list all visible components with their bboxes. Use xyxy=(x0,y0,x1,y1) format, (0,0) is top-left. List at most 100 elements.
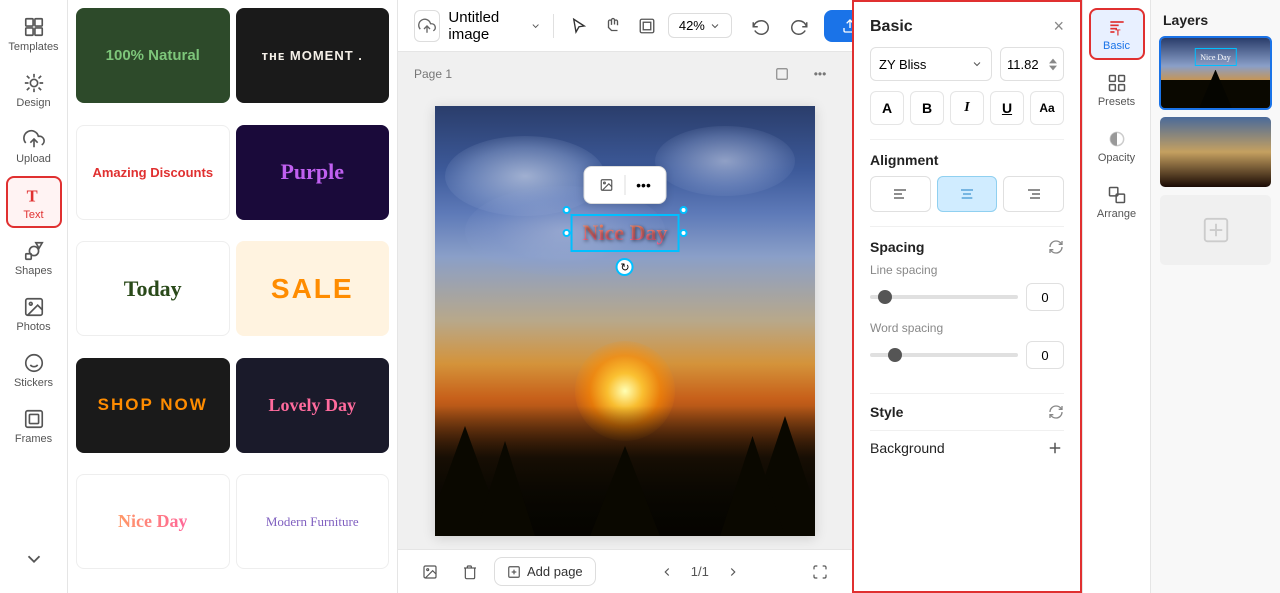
next-page-button[interactable] xyxy=(717,556,749,588)
page-settings-button[interactable] xyxy=(766,58,798,90)
expand-button[interactable] xyxy=(804,556,836,588)
format-bold-button[interactable]: A xyxy=(870,91,904,125)
zoom-value: 42% xyxy=(679,18,705,33)
frame-tool[interactable] xyxy=(634,10,660,42)
right-icon-presets-label: Presets xyxy=(1098,96,1135,108)
zoom-control[interactable]: 42% xyxy=(668,13,732,38)
sidebar-label-photos: Photos xyxy=(16,321,50,333)
sidebar-item-upload[interactable]: Upload xyxy=(6,120,62,172)
upload-cloud-button[interactable] xyxy=(414,10,440,42)
right-icon-arrange[interactable]: Arrange xyxy=(1089,176,1145,228)
reset-style-icon[interactable] xyxy=(1048,404,1064,420)
sidebar-item-frames[interactable]: Frames xyxy=(6,400,62,452)
delete-page-button[interactable] xyxy=(454,556,486,588)
add-page-button[interactable]: Add page xyxy=(494,557,596,586)
undo-button[interactable] xyxy=(744,10,776,42)
canvas-wrapper[interactable]: ••• Nice Day ↻ xyxy=(435,106,815,536)
divider xyxy=(553,14,554,38)
prev-page-button[interactable] xyxy=(651,556,683,588)
document-title[interactable]: Untitled image xyxy=(448,9,541,43)
context-more-button[interactable]: ••• xyxy=(630,171,658,199)
sidebar-item-text[interactable]: T Text xyxy=(6,176,62,228)
left-sidebar: Templates Design Upload T Text Shapes Ph… xyxy=(0,0,68,593)
right-icon-presets[interactable]: Presets xyxy=(1089,64,1145,116)
template-item[interactable]: Amazing Discounts xyxy=(76,125,230,220)
sidebar-label-stickers: Stickers xyxy=(14,377,53,389)
handle-tr[interactable] xyxy=(679,206,687,214)
right-icon-sidebar: T Basic Presets Opacity Arrange xyxy=(1082,0,1150,593)
close-button[interactable]: × xyxy=(1053,16,1064,37)
template-item[interactable]: Lovely Day xyxy=(236,358,390,453)
template-item[interactable]: Today xyxy=(76,241,230,336)
alignment-row xyxy=(854,176,1080,226)
background-section: Background xyxy=(854,431,1080,471)
format-underline-button[interactable]: U xyxy=(990,91,1024,125)
line-spacing-thumb[interactable] xyxy=(878,290,892,304)
text-element-selected[interactable]: Nice Day ↻ xyxy=(571,214,680,252)
align-center-button[interactable] xyxy=(937,176,998,212)
align-right-button[interactable] xyxy=(1003,176,1064,212)
right-icon-opacity-label: Opacity xyxy=(1098,152,1135,164)
export-button[interactable]: Export xyxy=(824,10,852,42)
template-item[interactable]: Modern Furniture xyxy=(236,474,390,569)
sidebar-item-photos[interactable]: Photos xyxy=(6,288,62,340)
template-item[interactable]: SALE xyxy=(236,241,390,336)
right-icon-basic-label: Basic xyxy=(1103,40,1130,52)
style-label: Style xyxy=(870,404,903,420)
word-spacing-thumb[interactable] xyxy=(888,348,902,362)
redo-button[interactable] xyxy=(784,10,816,42)
sidebar-item-stickers[interactable]: Stickers xyxy=(6,344,62,396)
font-size-input[interactable]: 11.82 xyxy=(1000,47,1064,81)
sidebar-item-more[interactable] xyxy=(6,533,62,585)
format-case-button[interactable]: Aa xyxy=(1030,91,1064,125)
font-section: ZY Bliss 11.82 A xyxy=(854,47,1080,139)
align-left-button[interactable] xyxy=(870,176,931,212)
sidebar-item-design[interactable]: Design xyxy=(6,64,62,116)
layer-thumbnail-white xyxy=(1160,195,1271,265)
alignment-label: Alignment xyxy=(870,152,938,168)
line-spacing-slider[interactable] xyxy=(870,295,1018,299)
spacing-label: Spacing xyxy=(870,239,924,255)
selection-handles xyxy=(563,206,688,260)
font-size-value: 11.82 xyxy=(1007,57,1039,72)
pointer-tool[interactable] xyxy=(566,10,592,42)
layer-item-3[interactable] xyxy=(1159,194,1272,266)
page-count: 1/1 xyxy=(691,564,709,579)
format-row: A B I U Aa xyxy=(870,91,1064,125)
layers-header: Layers xyxy=(1151,0,1280,36)
svg-text:T: T xyxy=(1115,27,1120,37)
template-item[interactable]: SHOP NOW xyxy=(76,358,230,453)
context-image-button[interactable] xyxy=(593,171,621,199)
template-item[interactable]: Purple xyxy=(236,125,390,220)
word-spacing-slider[interactable] xyxy=(870,353,1018,357)
rotate-handle[interactable]: ↻ xyxy=(616,258,634,276)
sidebar-item-templates[interactable]: Templates xyxy=(6,8,62,60)
template-item[interactable]: Nice Day xyxy=(76,474,230,569)
right-icon-basic[interactable]: T Basic xyxy=(1089,8,1145,60)
handle-ml[interactable] xyxy=(563,229,571,237)
layer-item-1[interactable]: Nice Day xyxy=(1159,36,1272,110)
sidebar-label-design: Design xyxy=(16,97,50,109)
add-page-label: Add page xyxy=(527,564,583,579)
template-item[interactable]: 100% Natural xyxy=(76,8,230,103)
font-family-select[interactable]: ZY Bliss xyxy=(870,47,992,81)
line-spacing-value[interactable]: 0 xyxy=(1026,283,1064,311)
reset-spacing-icon[interactable] xyxy=(1048,239,1064,255)
format-bold-b-button[interactable]: B xyxy=(910,91,944,125)
sidebar-item-shapes[interactable]: Shapes xyxy=(6,232,62,284)
page-actions: ••• xyxy=(766,58,836,90)
handle-tl[interactable] xyxy=(563,206,571,214)
svg-text:T: T xyxy=(26,186,37,205)
layer-thumbnail-image xyxy=(1160,117,1271,187)
template-item[interactable]: ᴛʜᴇ MOMENT . xyxy=(236,8,390,103)
page-thumbnail-button[interactable] xyxy=(414,556,446,588)
format-italic-button[interactable]: I xyxy=(950,91,984,125)
background-label: Background xyxy=(870,440,945,456)
page-more-button[interactable]: ••• xyxy=(804,58,836,90)
word-spacing-value[interactable]: 0 xyxy=(1026,341,1064,369)
right-icon-opacity[interactable]: Opacity xyxy=(1089,120,1145,172)
layer-item-2[interactable] xyxy=(1159,116,1272,188)
add-background-button[interactable] xyxy=(1046,439,1064,457)
hand-tool[interactable] xyxy=(600,10,626,42)
handle-mr[interactable] xyxy=(679,229,687,237)
